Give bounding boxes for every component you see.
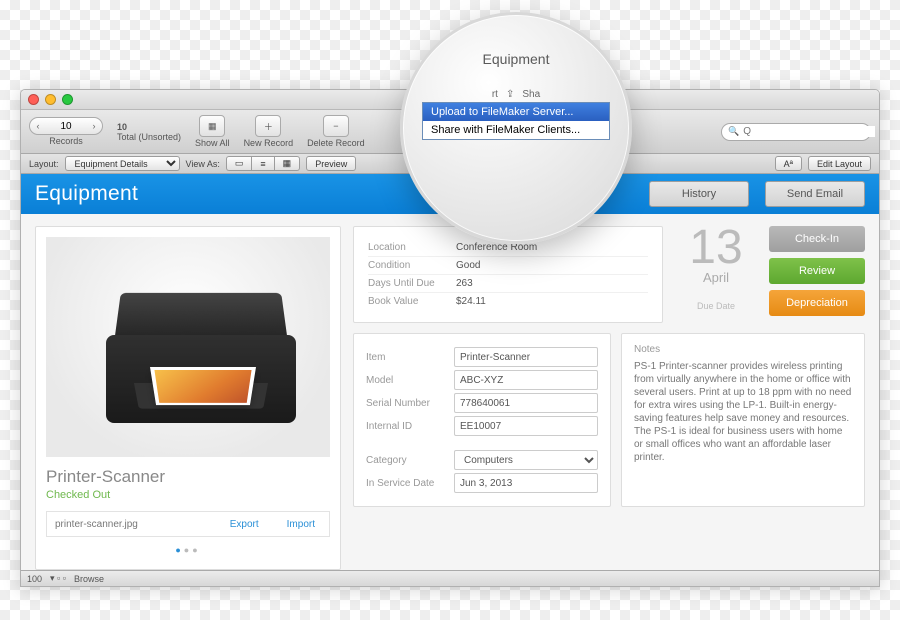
new-record-icon[interactable]: ＋: [255, 115, 281, 137]
records-caption: Records: [49, 136, 83, 146]
record-nav: ‹ › Records: [29, 117, 103, 146]
history-button[interactable]: History: [649, 181, 749, 207]
search-input[interactable]: [743, 126, 875, 137]
internal-id-label: Internal ID: [366, 421, 454, 432]
due-date: 13 April Due Date: [673, 226, 759, 323]
notes-heading: Notes: [634, 344, 852, 355]
mag-window-title: Equipment: [483, 51, 550, 67]
record-stepper[interactable]: ‹ ›: [29, 117, 103, 135]
view-form-icon[interactable]: ▭: [226, 156, 252, 171]
review-button[interactable]: Review: [769, 258, 865, 284]
due-day: 13: [673, 226, 759, 270]
prev-record-icon[interactable]: ‹: [30, 121, 46, 131]
mag-tool-rt[interactable]: rt: [492, 89, 498, 100]
view-table-icon[interactable]: ▦: [274, 156, 301, 171]
model-label: Model: [366, 375, 454, 386]
records-count: 10: [117, 122, 127, 132]
due-month: April: [673, 270, 759, 285]
records-meta: 10 Total (Unsorted): [117, 122, 181, 142]
view-list-icon[interactable]: ≡: [251, 156, 273, 171]
magnifier-callout: Equipment rt ⇪ Sha Upload to FileMaker S…: [400, 12, 632, 244]
layout-label: Layout:: [29, 159, 59, 169]
summary-row: Book Value$24.11: [368, 293, 648, 310]
service-date-label: In Service Date: [366, 478, 454, 489]
summary-row: ConditionGood: [368, 257, 648, 275]
share-menu[interactable]: Upload to FileMaker Server... Share with…: [422, 102, 610, 140]
send-email-button[interactable]: Send Email: [765, 181, 865, 207]
minimize-icon[interactable]: [45, 94, 56, 105]
category-label: Category: [366, 455, 454, 466]
notes-card: Notes PS-1 Printer-scanner provides wire…: [621, 333, 865, 507]
file-row: printer-scanner.jpg Export Import: [46, 511, 330, 537]
image-pager[interactable]: ●●●: [46, 545, 330, 555]
depreciation-button[interactable]: Depreciation: [769, 290, 865, 316]
right-column: LocationConference Room ConditionGood Da…: [353, 226, 865, 570]
menu-upload-server[interactable]: Upload to FileMaker Server...: [423, 103, 609, 121]
item-label: Item: [366, 352, 454, 363]
delete-record-label: Delete Record: [307, 138, 365, 148]
body: Printer-Scanner Checked Out printer-scan…: [21, 214, 879, 570]
filename: printer-scanner.jpg: [47, 519, 216, 530]
item-field[interactable]: [454, 347, 598, 367]
category-select[interactable]: Computers: [454, 450, 598, 470]
service-date-field[interactable]: [454, 473, 598, 493]
record-index-input[interactable]: [46, 121, 86, 132]
mag-toolbar-fragment: rt ⇪ Sha: [492, 89, 540, 100]
model-field[interactable]: [454, 370, 598, 390]
equipment-image-card: Printer-Scanner Checked Out printer-scan…: [35, 226, 341, 570]
statusbar: 100 ▾ ▫ ▫ Browse: [21, 570, 879, 586]
item-title: Printer-Scanner: [46, 467, 330, 487]
new-record-group: ＋ New Record: [244, 115, 294, 148]
text-format-button[interactable]: Aª: [775, 156, 802, 171]
search-box[interactable]: 🔍: [721, 123, 871, 141]
notes-body: PS-1 Printer-scanner provides wireless p…: [634, 360, 852, 464]
show-all-label: Show All: [195, 138, 230, 148]
due-label: Due Date: [673, 301, 759, 311]
view-as-segment[interactable]: ▭ ≡ ▦: [226, 156, 300, 171]
view-as-label: View As:: [186, 159, 220, 169]
close-icon[interactable]: [28, 94, 39, 105]
serial-label: Serial Number: [366, 398, 454, 409]
export-link[interactable]: Export: [216, 519, 273, 530]
serial-field[interactable]: [454, 393, 598, 413]
printer-illustration: [106, 283, 296, 423]
action-buttons: Check-In Review Depreciation: [769, 226, 865, 323]
edit-layout-button[interactable]: Edit Layout: [808, 156, 871, 171]
preview-button[interactable]: Preview: [306, 156, 356, 171]
show-all-group: ▦ Show All: [195, 115, 230, 148]
menu-share-clients[interactable]: Share with FileMaker Clients...: [423, 121, 609, 139]
mode-label: Browse: [74, 574, 104, 584]
show-all-icon[interactable]: ▦: [199, 115, 225, 137]
details-form: Item Model Serial Number Internal ID Cat…: [353, 333, 611, 507]
delete-record-icon[interactable]: −: [323, 115, 349, 137]
next-record-icon[interactable]: ›: [86, 121, 102, 131]
page-title: Equipment: [35, 182, 138, 206]
item-status: Checked Out: [46, 489, 330, 501]
zoom-icon[interactable]: [62, 94, 73, 105]
search-icon: 🔍: [728, 126, 739, 137]
layout-select[interactable]: Equipment Details: [65, 156, 180, 171]
mag-tool-share[interactable]: Sha: [522, 89, 540, 100]
checkin-button[interactable]: Check-In: [769, 226, 865, 252]
internal-id-field[interactable]: [454, 416, 598, 436]
share-icon[interactable]: ⇪: [506, 89, 514, 100]
summary-row: Days Until Due263: [368, 275, 648, 293]
records-total-label: Total (Unsorted): [117, 132, 181, 142]
equipment-image[interactable]: [46, 237, 330, 457]
zoom-value[interactable]: 100: [27, 574, 42, 584]
new-record-label: New Record: [244, 138, 294, 148]
delete-record-group: − Delete Record: [307, 115, 365, 148]
zoom-controls[interactable]: ▾ ▫ ▫: [50, 573, 66, 584]
import-link[interactable]: Import: [273, 519, 329, 530]
